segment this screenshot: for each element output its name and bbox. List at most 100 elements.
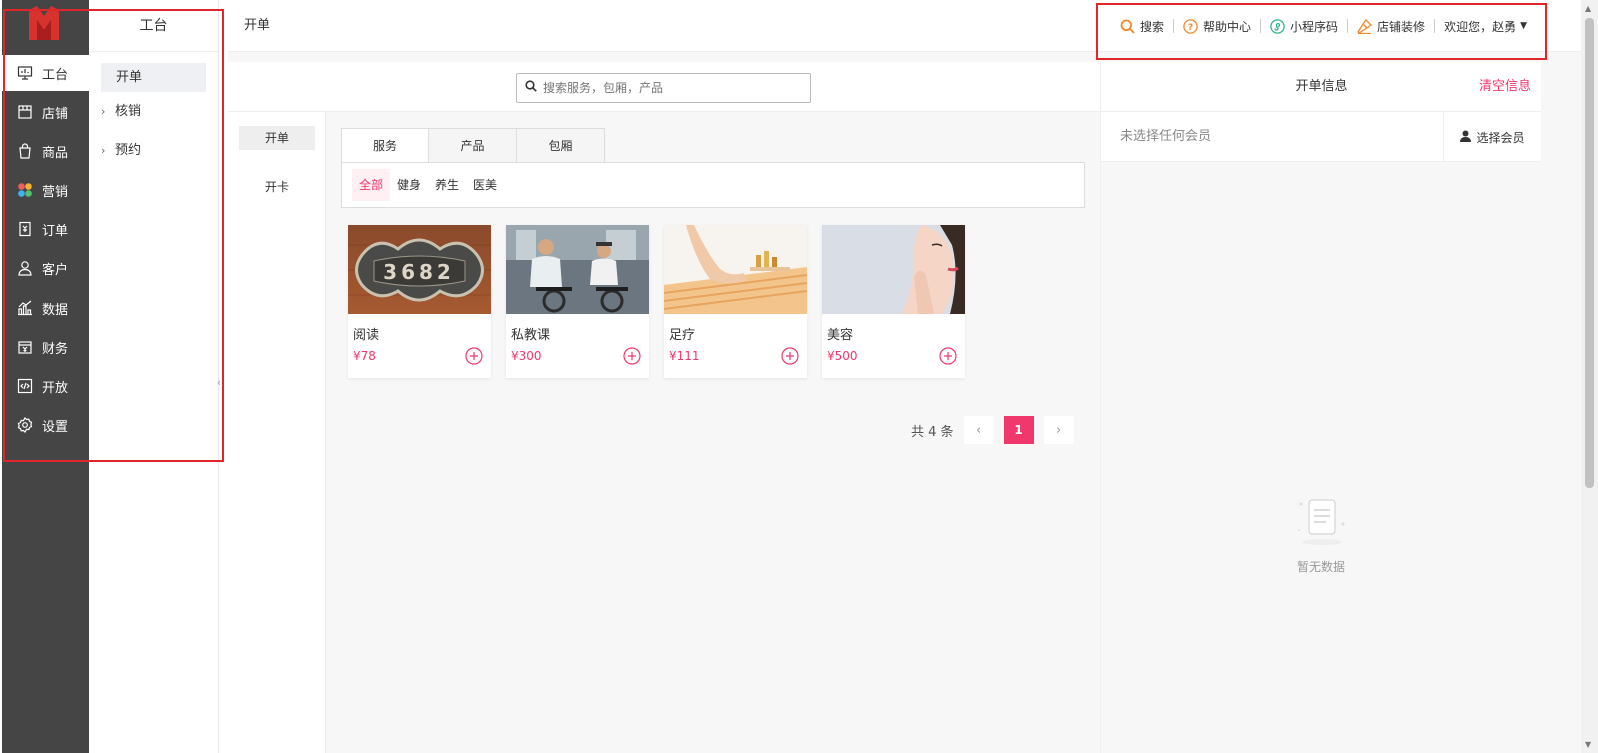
sidebar-item-label: 设置 bbox=[42, 419, 69, 435]
code-icon bbox=[16, 377, 34, 395]
sidebar-item-open[interactable]: 开放 bbox=[2, 368, 89, 404]
search-icon bbox=[1120, 19, 1135, 34]
sidebar-item-label: 订单 bbox=[42, 223, 69, 239]
miniprogram-icon bbox=[1270, 18, 1285, 34]
product-price: ¥500 bbox=[827, 349, 858, 363]
search-bar-area bbox=[228, 62, 1100, 112]
product-price: ¥111 bbox=[669, 349, 700, 363]
sidebar-item-label: 财务 bbox=[42, 341, 69, 357]
sidebar-item-settings[interactable]: 设置 bbox=[2, 407, 89, 443]
select-member-button[interactable]: 选择会员 bbox=[1443, 112, 1541, 162]
submenu-item-open-order[interactable]: 开单 bbox=[101, 63, 206, 92]
empty-state-text: 暂无数据 bbox=[1296, 560, 1345, 574]
scroll-up-arrow-icon[interactable]: ▲ bbox=[1585, 4, 1591, 13]
breadcrumb: 开单 bbox=[244, 18, 271, 33]
svg-text:3682: 3682 bbox=[383, 260, 455, 284]
submenu-item-label: 预约 bbox=[115, 143, 142, 158]
submenu-item-booking[interactable]: › 预约 bbox=[101, 136, 206, 165]
scroll-down-arrow-icon[interactable]: ▼ bbox=[1585, 740, 1591, 749]
sidebar-item-marketing[interactable]: 营销 bbox=[2, 172, 89, 208]
sidebar-item-data[interactable]: 数据 bbox=[2, 290, 89, 326]
search-input[interactable] bbox=[543, 81, 793, 95]
sidebar-item-label: 营销 bbox=[42, 184, 69, 200]
filter-wellness[interactable]: 养生 bbox=[428, 169, 466, 201]
tab-open-order[interactable]: 开单 bbox=[239, 126, 315, 150]
submenu-item-label: 核销 bbox=[115, 104, 142, 119]
product-card[interactable]: 3682 阅读 ¥78 bbox=[348, 225, 491, 378]
collapse-sidebar-handle[interactable]: ‹ bbox=[214, 371, 224, 395]
tab-open-card[interactable]: 开卡 bbox=[239, 175, 315, 199]
order-info-panel: 开单信息 清空信息 未选择任何会员 选择会员 暂无数据 bbox=[1100, 62, 1541, 753]
next-page-button[interactable]: › bbox=[1043, 416, 1074, 444]
sidebar-item-finance[interactable]: 财务 bbox=[2, 329, 89, 365]
search-link[interactable]: 搜索 bbox=[1111, 19, 1173, 34]
bag-icon bbox=[16, 142, 34, 160]
miniprogram-code-link[interactable]: 小程序码 bbox=[1260, 18, 1347, 34]
order-icon bbox=[16, 220, 34, 238]
brand-logo bbox=[27, 6, 61, 42]
top-header: 开单 搜索 ? 帮助中心 小程序码 店铺装修 欢迎您，赵勇 ▼ bbox=[228, 0, 1598, 52]
product-card[interactable]: 足疗 ¥111 bbox=[664, 225, 807, 378]
page-number-button[interactable]: 1 bbox=[1003, 416, 1034, 444]
filter-fitness[interactable]: 健身 bbox=[390, 169, 428, 201]
order-type-tabs: 开单 开卡 bbox=[228, 112, 326, 753]
add-circle-icon[interactable] bbox=[465, 347, 483, 365]
store-decoration-link[interactable]: 店铺装修 bbox=[1347, 18, 1434, 34]
member-row: 未选择任何会员 选择会员 bbox=[1101, 112, 1541, 162]
product-image bbox=[506, 225, 649, 314]
filter-cosmetic[interactable]: 医美 bbox=[466, 169, 504, 201]
search-link-label: 搜索 bbox=[1140, 19, 1165, 34]
svg-text:?: ? bbox=[1188, 23, 1193, 33]
question-icon: ? bbox=[1183, 18, 1198, 34]
user-icon bbox=[16, 259, 34, 277]
sidebar-item-dashboard[interactable]: 工台 bbox=[2, 55, 89, 91]
add-circle-icon[interactable] bbox=[939, 347, 957, 365]
chevron-right-icon: › bbox=[101, 144, 106, 157]
filter-chips: 全部 健身 养生 医美 bbox=[341, 162, 1085, 208]
sidebar-item-orders[interactable]: 订单 bbox=[2, 211, 89, 247]
product-price: ¥78 bbox=[353, 349, 376, 363]
product-name: 美容 bbox=[827, 328, 854, 343]
chevron-left-icon: ‹ bbox=[975, 422, 982, 438]
store-decoration-label: 店铺装修 bbox=[1377, 19, 1426, 34]
tab-private-room[interactable]: 包厢 bbox=[517, 128, 605, 163]
scrollbar-thumb[interactable] bbox=[1585, 18, 1594, 488]
order-info-title: 开单信息 bbox=[1295, 79, 1348, 94]
app: 工台 店铺 商品 营销 订单 客户 数据 财务 开放 设置 工台 开单 › 核销… bbox=[0, 0, 1598, 753]
no-member-text: 未选择任何会员 bbox=[1120, 129, 1212, 144]
add-circle-icon[interactable] bbox=[623, 347, 641, 365]
submenu-item-verify[interactable]: › 核销 bbox=[101, 97, 206, 126]
sidebar-item-label: 数据 bbox=[42, 302, 69, 318]
help-center-label: 帮助中心 bbox=[1203, 19, 1252, 34]
search-field[interactable] bbox=[516, 73, 811, 103]
sidebar-item-label: 商品 bbox=[42, 145, 69, 161]
prev-page-button[interactable]: ‹ bbox=[963, 416, 994, 444]
chevron-right-icon: › bbox=[1055, 422, 1062, 438]
product-card[interactable]: 美容 ¥500 bbox=[822, 225, 965, 378]
sub-sidebar: 工台 开单 › 核销 › 预约 bbox=[89, 0, 219, 753]
chart-icon bbox=[16, 299, 34, 317]
product-name: 阅读 bbox=[353, 328, 380, 343]
brush-icon bbox=[1357, 18, 1373, 34]
sidebar-item-products[interactable]: 商品 bbox=[2, 133, 89, 169]
tab-service[interactable]: 服务 bbox=[341, 128, 429, 164]
filter-all[interactable]: 全部 bbox=[352, 169, 391, 201]
dashboard-icon bbox=[16, 64, 34, 82]
sidebar-item-store[interactable]: 店铺 bbox=[2, 94, 89, 130]
add-circle-icon[interactable] bbox=[781, 347, 799, 365]
product-name: 私教课 bbox=[511, 328, 551, 343]
product-name: 足疗 bbox=[669, 328, 696, 343]
finance-icon bbox=[16, 338, 34, 356]
tab-product[interactable]: 产品 bbox=[429, 128, 517, 163]
user-icon bbox=[1460, 130, 1472, 145]
page-scrollbar[interactable]: ▲ ▼ bbox=[1581, 0, 1598, 753]
clear-info-button[interactable]: 清空信息 bbox=[1479, 62, 1531, 112]
sidebar-item-customers[interactable]: 客户 bbox=[2, 250, 89, 286]
submenu-title: 工台 bbox=[89, 0, 218, 52]
help-center-link[interactable]: ? 帮助中心 bbox=[1173, 18, 1260, 34]
main-sidebar: 工台 店铺 商品 营销 订单 客户 数据 财务 开放 设置 bbox=[2, 0, 89, 753]
user-menu[interactable]: 欢迎您，赵勇 ▼ bbox=[1434, 19, 1536, 34]
marketing-icon bbox=[16, 181, 34, 199]
product-price: ¥300 bbox=[511, 349, 542, 363]
product-card[interactable]: 私教课 ¥300 bbox=[506, 225, 649, 378]
